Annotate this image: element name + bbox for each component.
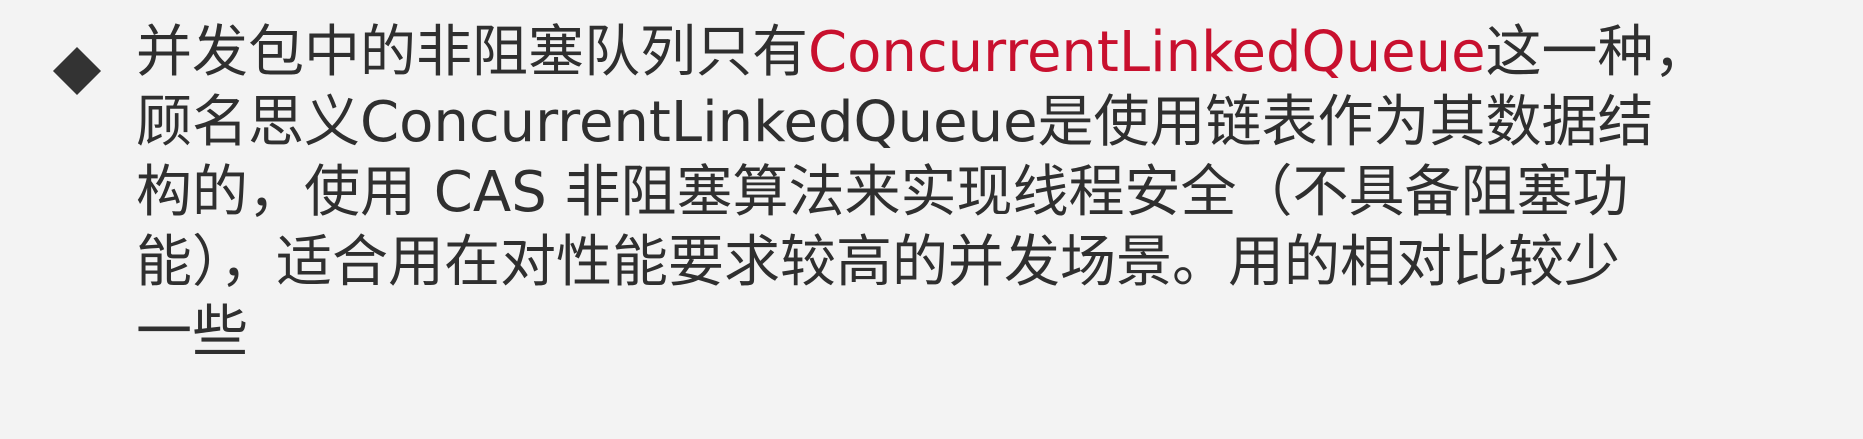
line-1-prefix: 并发包中的非阻塞队列只有 xyxy=(136,20,808,85)
slide: 并发包中的非阻塞队列只有ConcurrentLinkedQueue这一种， 顾名… xyxy=(0,0,1863,439)
text-line-1: 并发包中的非阻塞队列只有ConcurrentLinkedQueue这一种， xyxy=(136,18,1816,88)
text-line-4: 能），适合用在对性能要求较高的并发场景。用的相对比较少 xyxy=(136,230,1620,295)
line-1-suffix: 这一种， xyxy=(1485,20,1710,85)
text-line-3: 构的，使用 CAS 非阻塞算法来实现线程安全（不具备阻塞功 xyxy=(136,160,1629,225)
text-line-2: 顾名思义ConcurrentLinkedQueue是使用链表作为其数据结 xyxy=(136,90,1654,155)
highlighted-class-name: ConcurrentLinkedQueue xyxy=(808,20,1486,85)
diamond-bullet-icon xyxy=(52,46,102,96)
paragraph-text: 并发包中的非阻塞队列只有ConcurrentLinkedQueue这一种， 顾名… xyxy=(136,18,1816,368)
text-line-5: 一些 xyxy=(136,300,248,365)
